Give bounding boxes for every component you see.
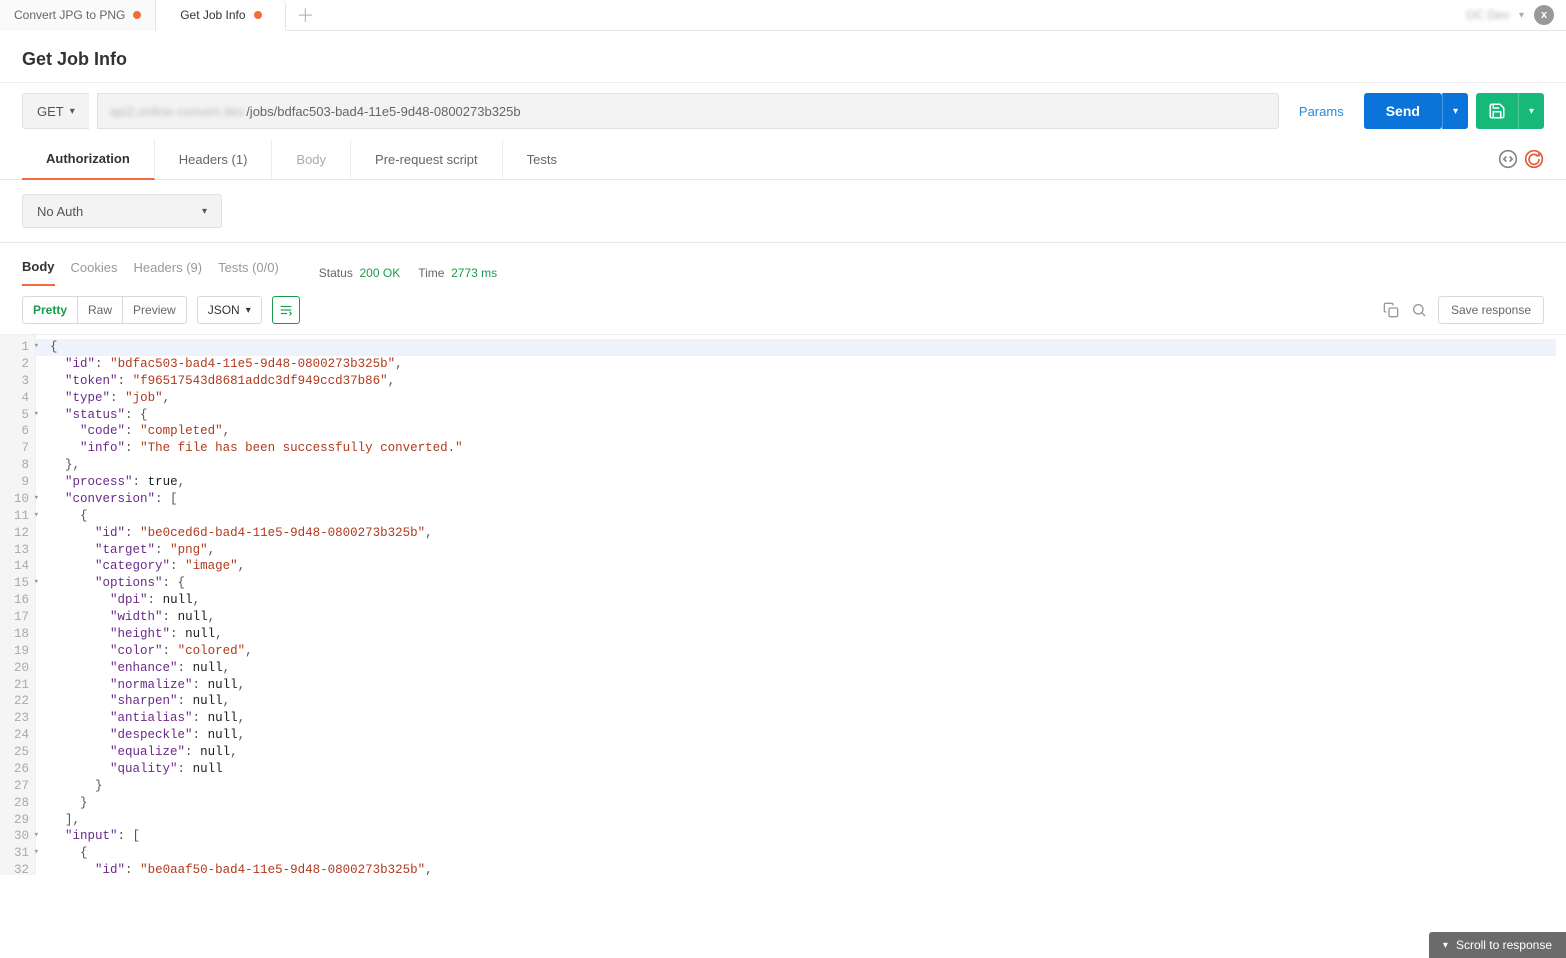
send-button[interactable]: Send xyxy=(1364,93,1442,129)
lang-value: JSON xyxy=(208,303,240,317)
status-value: 200 OK xyxy=(360,266,401,280)
dirty-dot-icon xyxy=(254,11,262,19)
user-area[interactable]: OC Dev ▾ x xyxy=(1466,5,1566,25)
auth-value: No Auth xyxy=(37,204,83,219)
tab-bar: Convert JPG to PNG Get Job Info ＋ OC Dev… xyxy=(0,0,1566,31)
chevron-down-icon: ▾ xyxy=(1529,106,1534,117)
tab-label: Body xyxy=(296,152,326,167)
dirty-dot-icon xyxy=(133,11,141,19)
tab-headers[interactable]: Headers (1) xyxy=(155,140,273,179)
tab-label: Cookies xyxy=(71,260,118,275)
response-tabs-row: Body Cookies Headers (9) Tests (0/0) Sta… xyxy=(0,242,1566,286)
url-host-blurred: api2.online-convert.dev xyxy=(110,104,244,119)
params-button[interactable]: Params xyxy=(1287,93,1356,129)
avatar-letter: x xyxy=(1541,9,1547,21)
tab-label: Body xyxy=(22,259,55,274)
chevron-down-icon: ▾ xyxy=(202,206,207,217)
tab-label: Tests xyxy=(527,152,557,167)
response-tab-headers[interactable]: Headers (9) xyxy=(133,260,202,285)
send-label: Send xyxy=(1386,103,1420,119)
chevron-down-icon: ▾ xyxy=(70,106,75,117)
tab-tests[interactable]: Tests xyxy=(503,140,581,179)
tab-body[interactable]: Body xyxy=(272,140,351,179)
plus-icon: ＋ xyxy=(296,2,314,28)
search-response-icon[interactable] xyxy=(1410,301,1428,319)
language-select[interactable]: JSON ▾ xyxy=(197,296,262,324)
method-value: GET xyxy=(37,104,64,119)
render-pretty[interactable]: Pretty xyxy=(23,297,78,323)
seg-label: Raw xyxy=(88,303,112,317)
request-tabs: Authorization Headers (1) Body Pre-reque… xyxy=(0,139,1566,180)
url-bar: GET ▾ api2.online-convert.dev /jobs/bdfa… xyxy=(0,83,1566,139)
response-tab-body[interactable]: Body xyxy=(22,259,55,286)
code-content[interactable]: { "id": "bdfac503-bad4-11e5-9d48-0800273… xyxy=(36,335,1566,875)
url-input[interactable]: api2.online-convert.dev /jobs/bdfac503-b… xyxy=(97,93,1279,129)
wrap-toggle[interactable] xyxy=(272,296,300,324)
tab-prerequest-script[interactable]: Pre-request script xyxy=(351,140,503,179)
save-icon xyxy=(1488,102,1506,120)
tab-convert-jpg[interactable]: Convert JPG to PNG xyxy=(0,0,156,31)
chevron-down-icon: ▾ xyxy=(1519,10,1524,21)
response-tab-tests[interactable]: Tests (0/0) xyxy=(218,260,279,285)
chevron-down-icon: ▾ xyxy=(1453,106,1458,117)
request-title: Get Job Info xyxy=(0,31,1566,83)
seg-label: Pretty xyxy=(33,303,67,317)
line-gutter: 1234567891011121314151617181920212223242… xyxy=(0,335,36,875)
send-dropdown[interactable]: ▾ xyxy=(1442,93,1468,129)
tab-label: Headers (1) xyxy=(179,152,248,167)
scroll-to-response[interactable]: ▾ Scroll to response xyxy=(1429,932,1566,958)
auth-row: No Auth ▾ xyxy=(0,180,1566,242)
tab-label: Authorization xyxy=(46,151,130,166)
save-button[interactable] xyxy=(1476,93,1518,129)
user-name: OC Dev xyxy=(1466,8,1509,22)
seg-label: Preview xyxy=(133,303,176,317)
reset-icon[interactable] xyxy=(1524,149,1544,169)
response-tab-cookies[interactable]: Cookies xyxy=(71,260,118,285)
code-icon[interactable] xyxy=(1498,149,1518,169)
render-raw[interactable]: Raw xyxy=(78,297,123,323)
response-body: 1234567891011121314151617181920212223242… xyxy=(0,335,1566,875)
tab-label: Pre-request script xyxy=(375,152,478,167)
copy-response-icon[interactable] xyxy=(1382,301,1400,319)
url-path: /jobs/bdfac503-bad4-11e5-9d48-0800273b32… xyxy=(246,104,520,119)
render-mode-group: Pretty Raw Preview xyxy=(22,296,187,324)
render-toolbar: Pretty Raw Preview JSON ▾ Save response xyxy=(0,286,1566,335)
save-response-button[interactable]: Save response xyxy=(1438,296,1544,324)
chevron-down-icon: ▾ xyxy=(1443,940,1448,951)
method-select[interactable]: GET ▾ xyxy=(22,93,89,129)
wrap-icon xyxy=(279,303,293,317)
tab-label: Convert JPG to PNG xyxy=(14,8,125,22)
tab-get-job-info[interactable]: Get Job Info xyxy=(156,0,286,31)
tab-label: Headers (9) xyxy=(133,260,202,275)
tab-label: Tests (0/0) xyxy=(218,260,279,275)
avatar: x xyxy=(1534,5,1554,25)
params-label: Params xyxy=(1299,104,1344,119)
auth-type-select[interactable]: No Auth ▾ xyxy=(22,194,222,228)
add-tab-button[interactable]: ＋ xyxy=(292,2,318,28)
scroll-banner-label: Scroll to response xyxy=(1456,938,1552,952)
tab-authorization[interactable]: Authorization xyxy=(22,139,155,180)
time-value: 2773 ms xyxy=(451,266,497,280)
save-response-label: Save response xyxy=(1451,303,1531,317)
tab-label: Get Job Info xyxy=(180,8,245,22)
status-label: Status xyxy=(319,266,353,280)
save-dropdown[interactable]: ▾ xyxy=(1518,93,1544,129)
response-status: Status 200 OK Time 2773 ms xyxy=(319,266,497,280)
chevron-down-icon: ▾ xyxy=(246,305,251,316)
render-preview[interactable]: Preview xyxy=(123,297,186,323)
time-label: Time xyxy=(418,266,444,280)
